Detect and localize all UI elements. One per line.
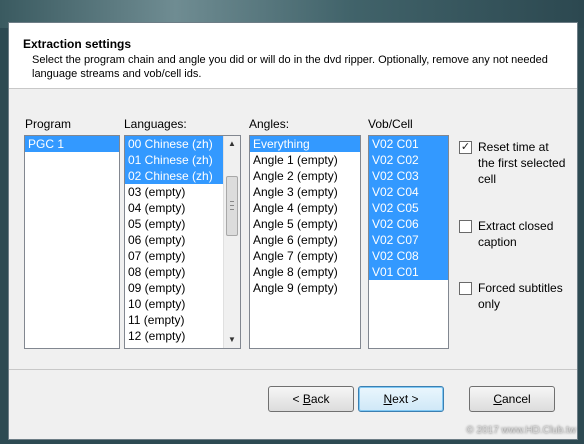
list-item[interactable]: V02 C02 — [369, 152, 448, 168]
back-button-prefix: < — [292, 392, 303, 406]
reset-time-label: Reset time at the first selected cell — [478, 140, 566, 186]
back-button[interactable]: < Back — [268, 386, 354, 412]
next-button-label: ext > — [392, 392, 419, 406]
page-description: Select the program chain and angle you d… — [32, 54, 548, 80]
cancel-button[interactable]: Cancel — [469, 386, 555, 412]
list-item[interactable]: Angle 6 (empty) — [250, 232, 360, 248]
scroll-down-icon[interactable]: ▼ — [224, 332, 240, 348]
list-item[interactable]: Angle 1 (empty) — [250, 152, 360, 168]
cancel-button-label: ancel — [501, 392, 531, 406]
angles-column-label: Angles: — [249, 117, 290, 131]
footer-divider — [9, 369, 577, 370]
list-item[interactable]: V02 C08 — [369, 248, 448, 264]
list-item[interactable]: Angle 3 (empty) — [250, 184, 360, 200]
list-item[interactable]: Everything — [250, 136, 360, 152]
list-item[interactable]: Angle 8 (empty) — [250, 264, 360, 280]
forced-subtitles-label: Forced subtitles only — [478, 281, 563, 311]
list-item[interactable]: V02 C04 — [369, 184, 448, 200]
program-list[interactable]: PGC 1 — [24, 135, 120, 349]
back-button-label: ack — [310, 392, 330, 406]
vobcell-list[interactable]: V02 C01 V02 C02 V02 C03 V02 C04 V02 C05 V02 C… — [368, 135, 449, 349]
list-item[interactable]: V02 C07 — [369, 232, 448, 248]
watermark: © 2017 www.HD.Club.tw — [466, 425, 576, 436]
list-item[interactable]: Angle 9 (empty) — [250, 280, 360, 296]
extract-closed-caption-label: Extract closed caption — [478, 219, 554, 249]
list-item[interactable]: V02 C05 — [369, 200, 448, 216]
list-item[interactable]: V02 C03 — [369, 168, 448, 184]
languages-scrollbar[interactable]: ▲ ▼ — [223, 136, 240, 348]
program-column-label: Program — [25, 117, 72, 131]
extraction-settings-window: Extraction settings Select the program c… — [8, 22, 578, 440]
list-item[interactable]: V02 C06 — [369, 216, 448, 232]
list-item[interactable]: V02 C01 — [369, 136, 448, 152]
list-item[interactable]: Angle 4 (empty) — [250, 200, 360, 216]
grip-line — [230, 205, 234, 206]
cancel-button-mnemonic: C — [493, 392, 502, 406]
angles-list[interactable]: Everything Angle 1 (empty) Angle 2 (empty)… — [249, 135, 361, 349]
grip-line — [230, 209, 234, 210]
scroll-up-icon[interactable]: ▲ — [224, 136, 240, 152]
extract-closed-caption-checkbox[interactable] — [459, 220, 472, 233]
list-item[interactable]: Angle 2 (empty) — [250, 168, 360, 184]
list-item[interactable]: V01 C01 — [369, 264, 448, 280]
wizard-header: Extraction settings Select the program c… — [9, 23, 577, 89]
next-button-mnemonic: N — [383, 392, 393, 406]
forced-subtitles-checkbox[interactable] — [459, 282, 472, 295]
page-title: Extraction settings — [23, 37, 132, 51]
list-item[interactable]: Angle 7 (empty) — [250, 248, 360, 264]
languages-column-label: Languages: — [124, 117, 187, 131]
grip-line — [230, 201, 234, 202]
next-button[interactable]: Next > — [358, 386, 444, 412]
list-item[interactable]: PGC 1 — [25, 136, 119, 152]
vobcell-column-label: Vob/Cell — [368, 117, 413, 131]
reset-time-checkbox[interactable]: ✓ — [459, 141, 472, 154]
back-button-mnemonic: B — [302, 392, 311, 406]
languages-list[interactable]: 00 Chinese (zh) 01 Chinese (zh) 02 Chinese… — [124, 135, 241, 349]
scrollbar-thumb[interactable] — [226, 176, 238, 236]
list-item[interactable]: Angle 5 (empty) — [250, 216, 360, 232]
